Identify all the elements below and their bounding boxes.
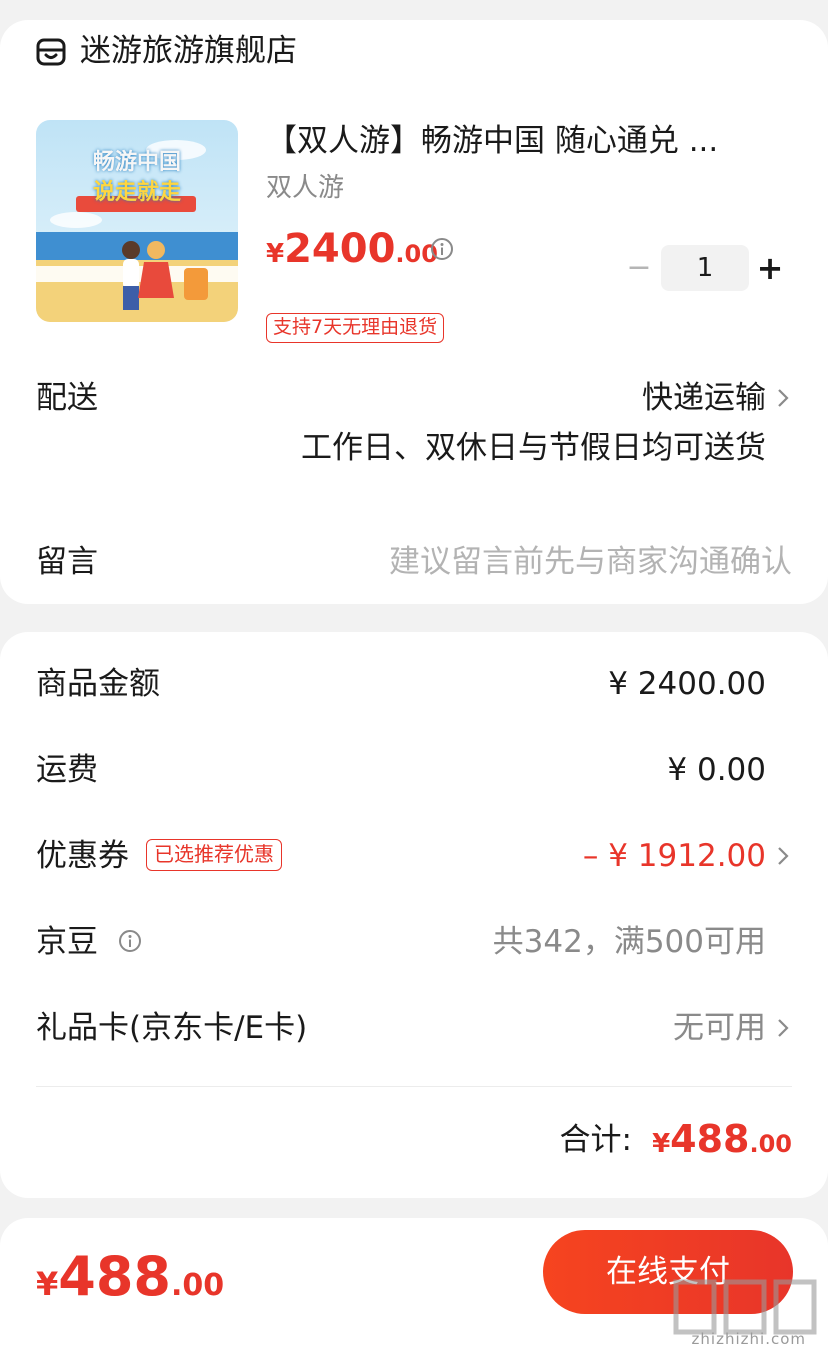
jd-beans-label: 京豆 (36, 924, 98, 960)
gift-card-label: 礼品卡(京东卡/E卡) (36, 1010, 308, 1046)
product-image-title: 畅游中国 (92, 150, 181, 175)
total-label: 合计: (559, 1122, 632, 1158)
product-title[interactable]: 【双人游】畅游中国 随心通兑 ... (266, 120, 786, 162)
coupon-label: 优惠券 (36, 838, 129, 874)
shipping-value: ¥ 0.00 (667, 752, 766, 788)
checkout-price: ¥488.00 (36, 1242, 224, 1325)
quantity-field[interactable]: 1 (661, 245, 749, 291)
coupon-recommended-badge: 已选推荐优惠 (146, 839, 282, 871)
total-price: ¥488.00 (652, 1114, 792, 1172)
checkout-price-integer: 488 (58, 1245, 171, 1308)
chevron-right-icon[interactable] (776, 1016, 790, 1040)
product-spec: 双人游 (266, 173, 345, 203)
goods-amount-value: ¥ 2400.00 (608, 666, 766, 702)
return-policy-badge: 支持7天无理由退货 (266, 313, 445, 343)
shipping-label: 运费 (36, 752, 98, 788)
watermark-text: zhizhizhi.com (691, 1330, 806, 1348)
coupon-value[interactable]: – ¥ 1912.00 (583, 836, 766, 876)
price-integer: 2400 (284, 226, 396, 272)
beans-info-icon[interactable] (118, 929, 142, 953)
price-info-icon[interactable] (430, 237, 454, 261)
remark-label: 留言 (36, 544, 98, 580)
product-image-subtitle: 说走就走 (92, 180, 181, 205)
price-symbol: ¥ (266, 239, 285, 269)
gift-card-value[interactable]: 无可用 (673, 1008, 766, 1048)
total-symbol: ¥ (652, 1129, 671, 1159)
delivery-note: 工作日、双休日与节假日均可送货 (301, 430, 766, 466)
remark-input[interactable] (300, 538, 792, 586)
delivery-label: 配送 (36, 380, 98, 416)
quantity-decrease-button[interactable]: − (624, 246, 654, 290)
jd-beans-value: 共342，满500可用 (492, 924, 766, 960)
chevron-right-icon[interactable] (776, 386, 790, 410)
store-icon (36, 38, 66, 66)
delivery-method[interactable]: 快递运输 (642, 378, 766, 418)
product-price: ¥2400.00 (266, 224, 438, 282)
chevron-right-icon[interactable] (776, 844, 790, 868)
divider (36, 1086, 792, 1087)
checkout-price-decimal: .00 (171, 1268, 225, 1303)
total-integer: 488 (670, 1117, 750, 1161)
quantity-increase-button[interactable]: + (755, 246, 785, 290)
checkout-price-symbol: ¥ (36, 1265, 59, 1303)
store-name[interactable]: 迷游旅游旗舰店 (80, 31, 297, 71)
goods-amount-label: 商品金额 (36, 666, 160, 702)
total-decimal: .00 (749, 1130, 792, 1158)
